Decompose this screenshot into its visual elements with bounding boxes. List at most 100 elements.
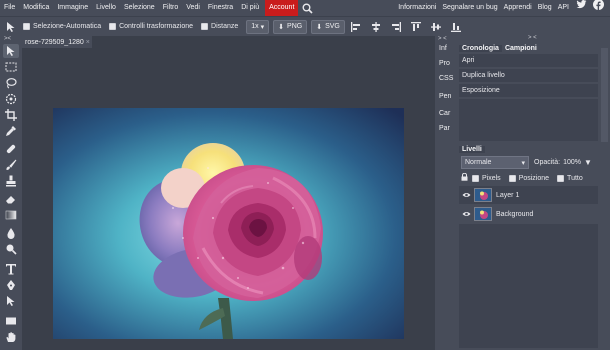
align-left-icon[interactable]	[349, 20, 363, 34]
menu-apprendi[interactable]: Apprendi	[501, 0, 535, 16]
facebook-icon[interactable]	[591, 0, 610, 17]
layer-thumbnail	[474, 207, 492, 221]
panel-tab-characters[interactable]: Car	[439, 110, 450, 117]
pen-tool-icon[interactable]	[3, 278, 19, 292]
menu-livello[interactable]: Livello	[92, 0, 120, 16]
layer-row-background[interactable]: Background	[459, 205, 598, 223]
auto-select-checkbox[interactable]: Selezione-Automatica	[23, 23, 101, 30]
collapsed-panels: > < Inf Pro CSS Pen Car Par	[435, 36, 458, 350]
crop-tool-icon[interactable]	[3, 108, 19, 122]
panel-tab-paragraph[interactable]: Par	[439, 125, 450, 132]
move-tool-icon[interactable]	[4, 20, 18, 34]
close-icon[interactable]: ×	[86, 39, 90, 46]
layer-thumbnail	[474, 188, 492, 202]
document-tabs: rose-729509_1280 ×	[22, 36, 435, 48]
distances-label: Distanze	[211, 23, 239, 30]
align-bottom-icon[interactable]	[449, 20, 463, 34]
opacity-control[interactable]: Opacità: 100% ▼	[534, 158, 592, 167]
menu-informazioni[interactable]: Informazioni	[395, 0, 439, 16]
align-buttons	[349, 20, 469, 34]
zoom-select[interactable]: 1x ▾	[246, 19, 270, 34]
menu-blog[interactable]: Blog	[535, 0, 555, 16]
lock-all-checkbox[interactable]: Tutto	[557, 174, 583, 182]
menu-modifica[interactable]: Modifica	[19, 0, 53, 16]
menu-api[interactable]: API	[555, 0, 572, 16]
account-button[interactable]: Account	[265, 0, 299, 16]
eraser-icon[interactable]	[3, 192, 19, 206]
text-tool-icon[interactable]	[3, 262, 19, 276]
tab-cronologia[interactable]: Cronologia	[459, 44, 502, 52]
move-tool[interactable]	[3, 44, 19, 58]
chevron-down-icon[interactable]: ▼	[584, 158, 592, 167]
twitter-icon[interactable]	[572, 0, 591, 16]
rose-image	[53, 108, 404, 339]
history-collapse-arrows[interactable]: > <	[528, 35, 537, 41]
layers-list-area	[459, 224, 598, 348]
align-right-icon[interactable]	[389, 20, 403, 34]
panel-tab-brushes[interactable]: Pen	[439, 93, 451, 100]
history-list-area	[459, 99, 598, 141]
lock-options: Pixels Posizione Tutto	[461, 172, 591, 183]
history-item[interactable]: Esposizione	[459, 84, 598, 98]
align-center-h-icon[interactable]	[369, 20, 383, 34]
blend-mode-value: Normale	[465, 159, 492, 166]
panel-collapse-arrows[interactable]: > <	[438, 36, 447, 42]
menu-segnalare-bug[interactable]: Segnalare un bug	[439, 0, 500, 16]
history-item[interactable]: Apri	[459, 54, 598, 68]
quick-select-tool[interactable]	[3, 92, 19, 106]
layers-panel-header: Livelli	[459, 144, 610, 154]
toolbar-collapse-icon[interactable]: ><	[4, 36, 11, 42]
healing-brush-icon[interactable]	[3, 142, 19, 156]
marquee-tool[interactable]	[3, 60, 19, 74]
menu-immagine[interactable]: Immagine	[53, 0, 92, 16]
panel-tab-css[interactable]: CSS	[439, 75, 453, 82]
history-panel-tabs: Cronologia Campioni	[459, 43, 540, 53]
distances-checkbox[interactable]: Distanze	[201, 23, 238, 30]
path-select-icon[interactable]	[3, 294, 19, 308]
download-icon: ⬇	[316, 23, 323, 31]
export-png-label: PNG	[287, 23, 303, 30]
dodge-tool-icon[interactable]	[3, 242, 19, 256]
lock-pixels-checkbox[interactable]: Pixels	[472, 174, 501, 182]
lock-position-checkbox[interactable]: Posizione	[508, 174, 549, 182]
layer-name: Layer 1	[496, 191, 520, 199]
history-scrollbar[interactable]	[601, 48, 608, 142]
menubar: File Modifica Immagine Livello Selezione…	[0, 0, 610, 16]
toolbar: ><	[0, 36, 22, 350]
panel-tab-properties[interactable]: Pro	[439, 60, 450, 67]
layers-title[interactable]: Livelli	[459, 145, 485, 153]
export-svg-label: SVG	[325, 23, 340, 30]
layer-name: Background	[496, 210, 534, 218]
opacity-value[interactable]: 100%	[563, 159, 581, 166]
menu-selezione[interactable]: Selezione	[120, 0, 159, 16]
eye-icon[interactable]	[459, 211, 473, 217]
blend-mode-select[interactable]: Normale ▾	[461, 156, 529, 169]
search-icon[interactable]	[300, 0, 314, 16]
right-panel: > < Cronologia Campioni Apri Duplica liv…	[458, 35, 610, 350]
layer-row-layer1[interactable]: Layer 1	[459, 186, 598, 204]
align-top-icon[interactable]	[409, 20, 423, 34]
export-svg-button[interactable]: ⬇ SVG	[311, 19, 345, 34]
hand-tool-icon[interactable]	[3, 330, 19, 344]
transform-controls-checkbox[interactable]: Controlli trasformazione	[109, 23, 193, 30]
shape-tool-icon[interactable]	[3, 314, 19, 328]
canvas-workspace[interactable]	[22, 48, 435, 350]
eyedropper-icon[interactable]	[3, 124, 19, 138]
align-center-v-icon[interactable]	[429, 20, 443, 34]
document-tab[interactable]: rose-729509_1280 ×	[22, 36, 92, 48]
menu-finestra[interactable]: Finestra	[204, 0, 237, 16]
menu-vedi[interactable]: Vedi	[182, 0, 204, 16]
export-png-button[interactable]: ⬇ PNG	[273, 19, 308, 34]
tab-campioni[interactable]: Campioni	[502, 45, 540, 52]
brush-tool-icon[interactable]	[3, 158, 19, 172]
eye-icon[interactable]	[459, 192, 473, 198]
history-item[interactable]: Duplica livello	[459, 69, 598, 83]
menu-file[interactable]: File	[0, 0, 19, 16]
panel-tab-info[interactable]: Inf	[439, 45, 447, 52]
blur-tool-icon[interactable]	[3, 226, 19, 240]
menu-di-piu[interactable]: Di più	[237, 0, 263, 16]
gradient-tool-icon[interactable]	[3, 208, 19, 222]
lasso-tool[interactable]	[3, 76, 19, 90]
menu-filtro[interactable]: Filtro	[159, 0, 183, 16]
stamp-tool-icon[interactable]	[3, 174, 19, 188]
